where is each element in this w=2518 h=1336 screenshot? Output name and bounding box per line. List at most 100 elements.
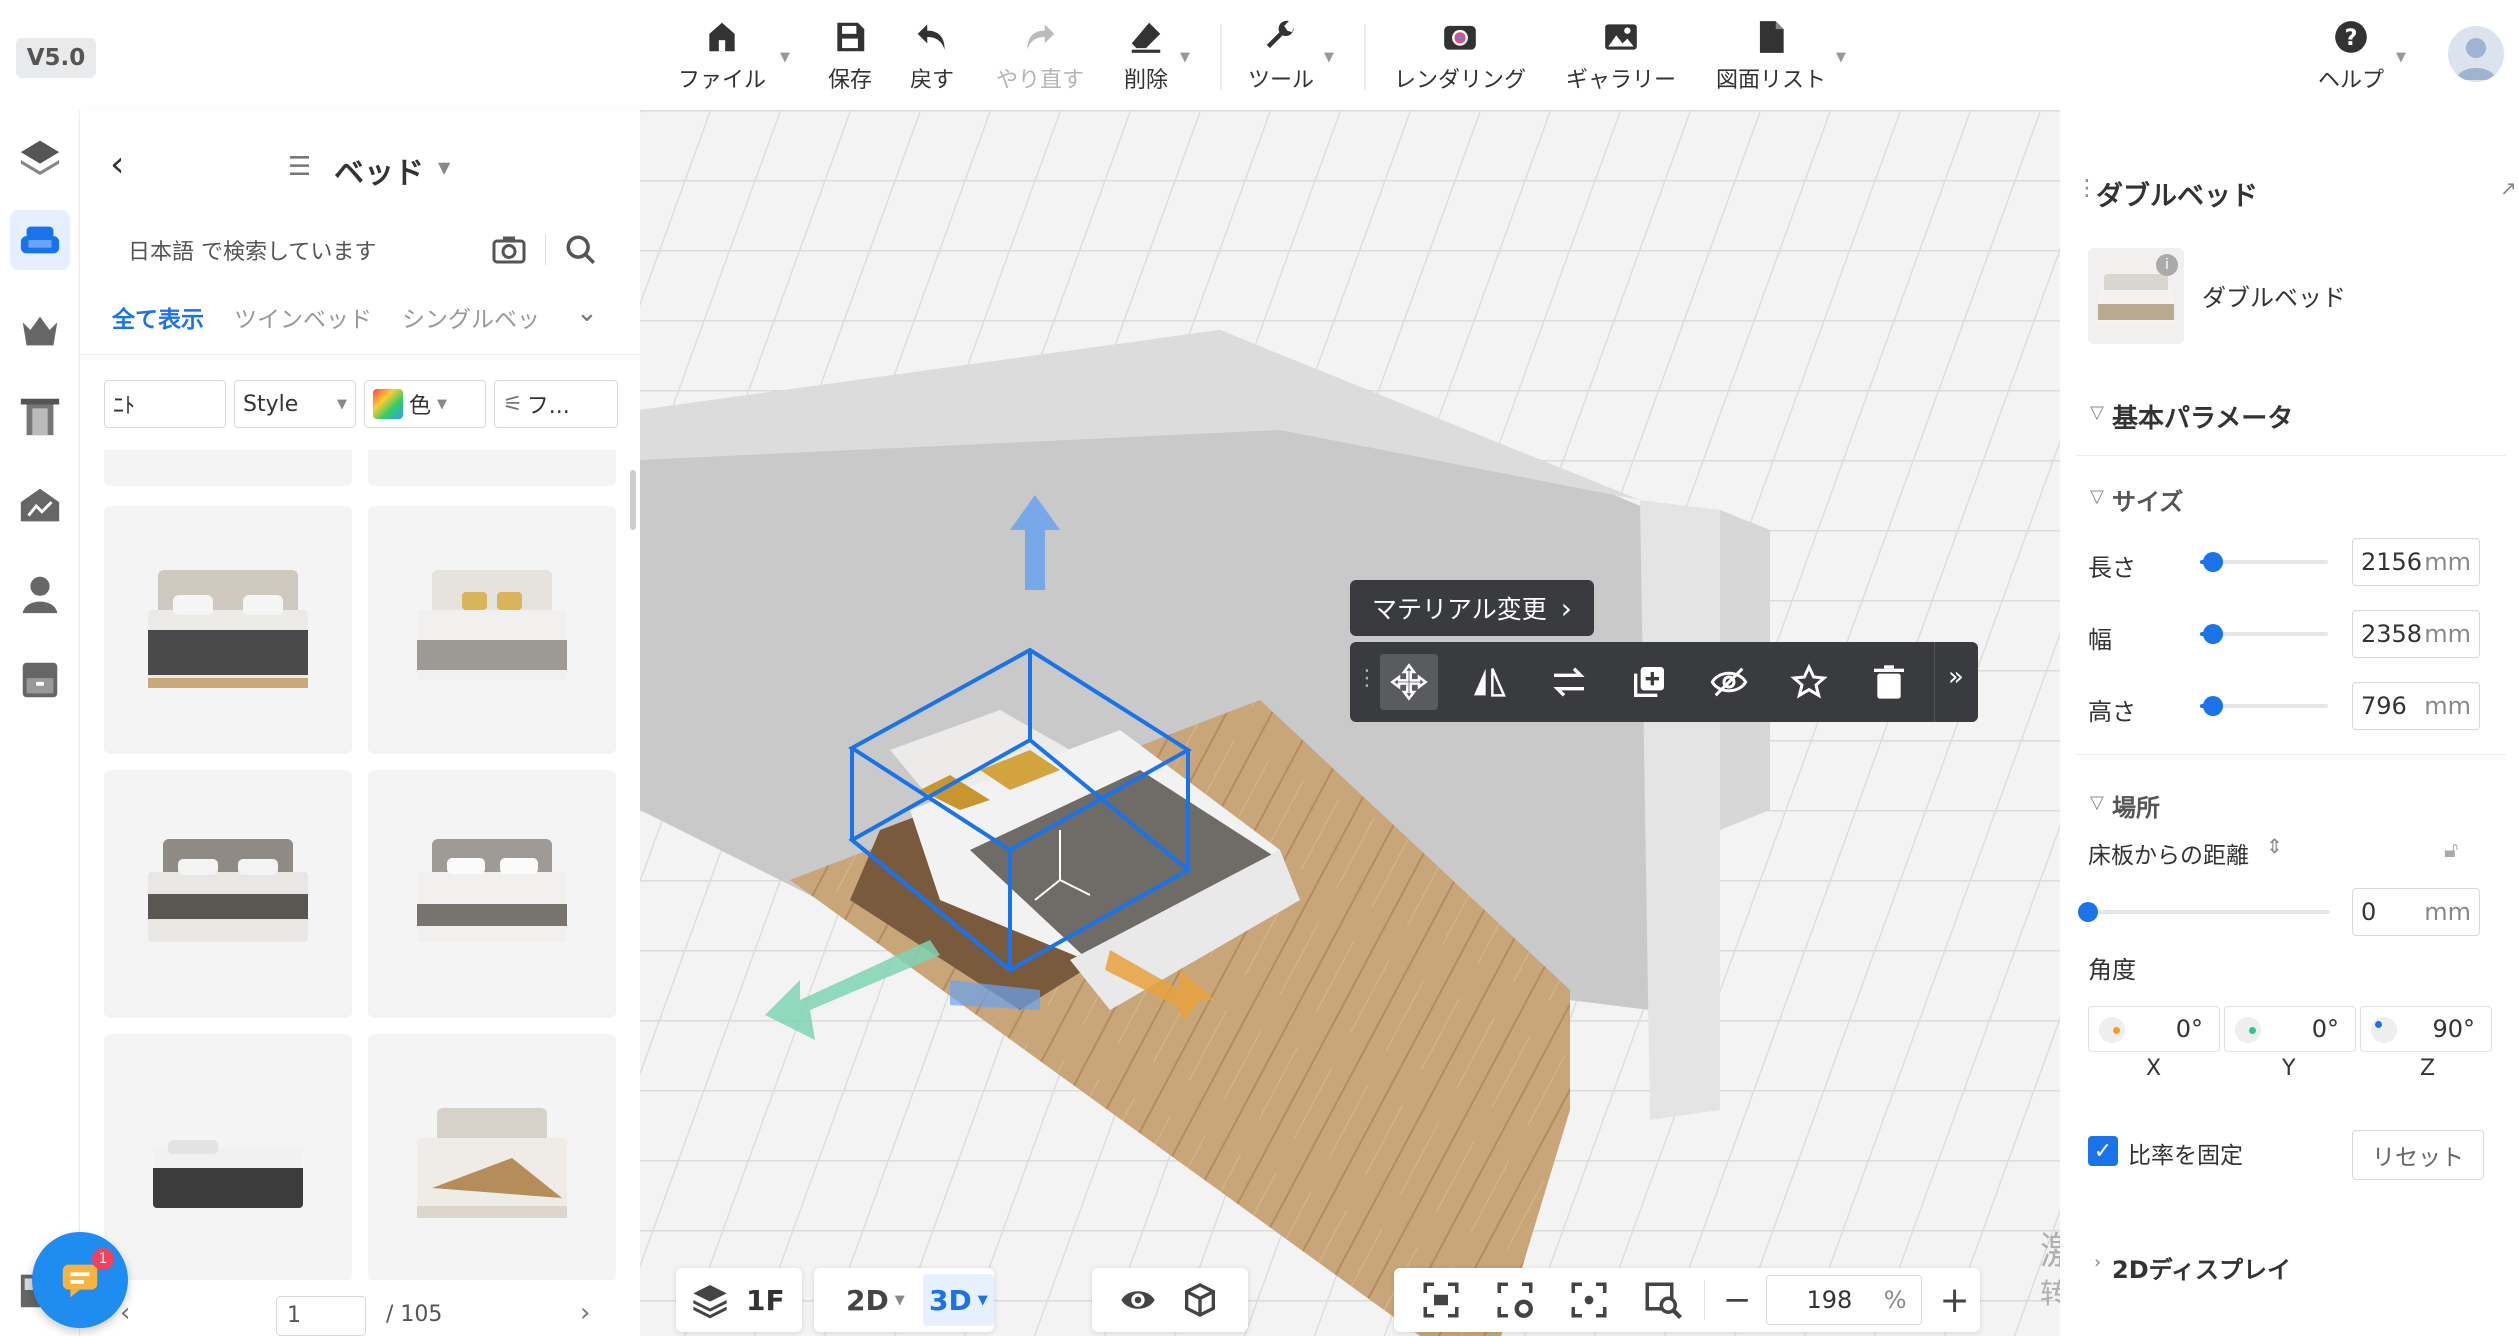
redo-button[interactable]: やり直す <box>996 18 1084 94</box>
slider-knob[interactable] <box>2078 902 2098 922</box>
product-card[interactable] <box>104 770 352 1018</box>
next-page-icon[interactable]: › <box>580 1298 590 1328</box>
info-icon[interactable]: i <box>2156 254 2178 276</box>
reset-button[interactable]: リセット <box>2352 1130 2484 1180</box>
chat-button[interactable]: 1 <box>32 1232 128 1328</box>
floor-distance-input[interactable]: 0 mm <box>2352 888 2480 936</box>
section-location[interactable]: 場所 <box>2112 788 2160 823</box>
back-chevron-icon[interactable]: ‹ <box>110 144 124 185</box>
mode-2d-button[interactable]: 2D <box>846 1284 889 1317</box>
panel-drag-icon[interactable]: ⋮ <box>2076 176 2098 201</box>
section-2d-display[interactable]: 2Dディスプレイ <box>2112 1250 2291 1285</box>
title-dropdown-icon[interactable]: ▼ <box>438 158 450 177</box>
cube-icon[interactable] <box>1180 1280 1220 1320</box>
slider-knob[interactable] <box>2203 624 2223 644</box>
slider-knob[interactable] <box>2203 696 2223 716</box>
zoom-input[interactable]: 198 % <box>1765 1275 1922 1325</box>
hide-tool[interactable] <box>1700 654 1758 710</box>
undo-button[interactable]: 戻す <box>910 18 954 94</box>
chevron-down-icon[interactable]: ▽ <box>2090 402 2104 423</box>
3d-viewport[interactable]: 激活 Windows 转到"设置"以激活 Windows。 <box>640 110 2060 1336</box>
zoom-area-icon[interactable] <box>1642 1279 1684 1321</box>
search-icon[interactable] <box>564 233 598 267</box>
help-button[interactable]: ? ヘルプ <box>2318 18 2384 94</box>
section-basic-params[interactable]: 基本パラメータ <box>2112 398 2293 435</box>
page-input[interactable]: 1 <box>276 1296 366 1336</box>
chevron-down-icon[interactable]: ▽ <box>2090 792 2104 813</box>
product-card[interactable] <box>104 1034 352 1280</box>
length-input[interactable]: 2156 mm <box>2352 538 2480 586</box>
catalog-title[interactable]: ベッド <box>334 148 424 192</box>
slider-knob[interactable] <box>2203 552 2223 572</box>
length-slider[interactable] <box>2200 552 2328 572</box>
rail-cabinet[interactable] <box>10 650 70 710</box>
filter-color[interactable]: 色 ▼ <box>364 380 486 428</box>
floor-distance-slider[interactable] <box>2078 902 2330 922</box>
angle-y-input[interactable]: 0° <box>2224 1006 2356 1052</box>
view-settings-icon[interactable] <box>1494 1279 1536 1321</box>
drag-handle-icon[interactable]: ⋮ <box>1356 666 1378 691</box>
file-button[interactable]: ファイル <box>678 18 766 94</box>
replace-tool[interactable] <box>1540 654 1598 710</box>
product-card[interactable] <box>368 506 616 754</box>
user-avatar[interactable] <box>2448 26 2504 82</box>
eye-icon[interactable] <box>1118 1280 1158 1320</box>
product-card[interactable] <box>368 450 616 486</box>
catalog-scrollbar[interactable] <box>630 470 636 530</box>
height-slider[interactable] <box>2200 696 2328 716</box>
height-input[interactable]: 796 mm <box>2352 682 2480 730</box>
angle-z-input[interactable]: 90° <box>2360 1006 2492 1052</box>
delete-dropdown-icon[interactable]: ▼ <box>1180 50 1190 65</box>
lock-ratio-checkbox[interactable]: ✓ <box>2088 1136 2118 1166</box>
width-slider[interactable] <box>2200 624 2328 644</box>
chevron-down-icon[interactable]: ▽ <box>2090 486 2104 507</box>
tab-single-bed[interactable]: シングルベッ <box>402 300 540 334</box>
rail-decor[interactable] <box>10 300 70 360</box>
material-change-button[interactable]: マテリアル変更 › <box>1350 580 1594 636</box>
drawing-dropdown-icon[interactable]: ▼ <box>1836 50 1846 65</box>
favorite-tool[interactable] <box>1780 654 1838 710</box>
chevron-icon[interactable]: › <box>2094 1252 2101 1273</box>
tabs-expand-icon[interactable]: ⌄ <box>576 298 598 328</box>
angle-x-input[interactable]: 0° <box>2088 1006 2220 1052</box>
mirror-tool[interactable] <box>1460 654 1518 710</box>
zoom-out-icon[interactable]: − <box>1723 1280 1752 1320</box>
product-card[interactable] <box>368 770 616 1018</box>
rendering-button[interactable]: レンダリング <box>1394 18 1526 94</box>
collapse-panel-icon[interactable]: ↗ <box>2500 176 2517 200</box>
product-card[interactable] <box>104 506 352 754</box>
rail-layers[interactable] <box>10 126 70 186</box>
floor-selector[interactable]: 1F <box>676 1268 802 1332</box>
product-card[interactable] <box>368 1034 616 1280</box>
gallery-button[interactable]: ギャラリー <box>1566 18 1676 94</box>
tools-button[interactable]: ツール <box>1248 18 1314 94</box>
mode-3d-button[interactable]: 3D ▼ <box>922 1274 994 1326</box>
tools-dropdown-icon[interactable]: ▼ <box>1324 50 1334 65</box>
delete-button[interactable]: 削除 <box>1124 18 1168 94</box>
duplicate-tool[interactable] <box>1620 654 1678 710</box>
rail-door[interactable] <box>10 386 70 446</box>
section-size[interactable]: サイズ <box>2112 482 2183 517</box>
sort-toggle-icon[interactable]: ⇕ <box>2266 834 2283 858</box>
rail-furniture[interactable] <box>10 210 70 270</box>
focus-icon[interactable] <box>1568 1279 1610 1321</box>
filter-style[interactable]: Style ▼ <box>234 380 356 428</box>
tab-all[interactable]: 全て表示 <box>112 300 204 334</box>
tab-twin-bed[interactable]: ツインベッド <box>234 300 372 334</box>
delete-tool[interactable] <box>1860 654 1918 710</box>
file-dropdown-icon[interactable]: ▼ <box>780 50 790 65</box>
fit-view-icon[interactable] <box>1420 1279 1462 1321</box>
zoom-in-icon[interactable]: + <box>1940 1280 1970 1321</box>
unlock-icon[interactable]: 🔓︎ <box>2444 838 2458 863</box>
width-input[interactable]: 2358 mm <box>2352 610 2480 658</box>
search-input[interactable]: 日本語 で検索しています <box>128 234 491 266</box>
drawing-list-button[interactable]: 図面リスト <box>1716 18 1826 94</box>
move-tool[interactable] <box>1380 654 1438 710</box>
rail-person[interactable] <box>10 564 70 624</box>
product-card[interactable] <box>104 450 352 486</box>
help-dropdown-icon[interactable]: ▼ <box>2396 50 2406 65</box>
filter-more[interactable]: ⚟ フ... <box>494 380 618 428</box>
rail-landscape[interactable] <box>10 476 70 536</box>
filter-1[interactable]: ﾆﾄ <box>104 380 226 428</box>
save-button[interactable]: 保存 <box>828 18 872 94</box>
